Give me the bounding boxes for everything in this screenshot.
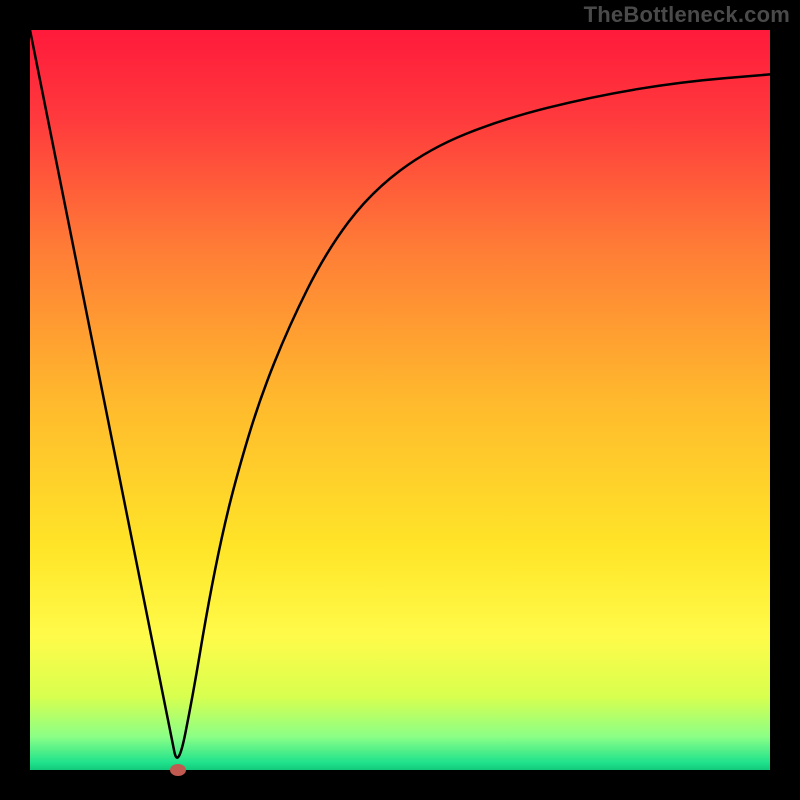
chart-stage: TheBottleneck.com bbox=[0, 0, 800, 800]
bottleneck-chart bbox=[0, 0, 800, 800]
plot-background bbox=[30, 30, 770, 770]
minimum-marker bbox=[170, 764, 186, 776]
watermark-text: TheBottleneck.com bbox=[584, 2, 790, 28]
